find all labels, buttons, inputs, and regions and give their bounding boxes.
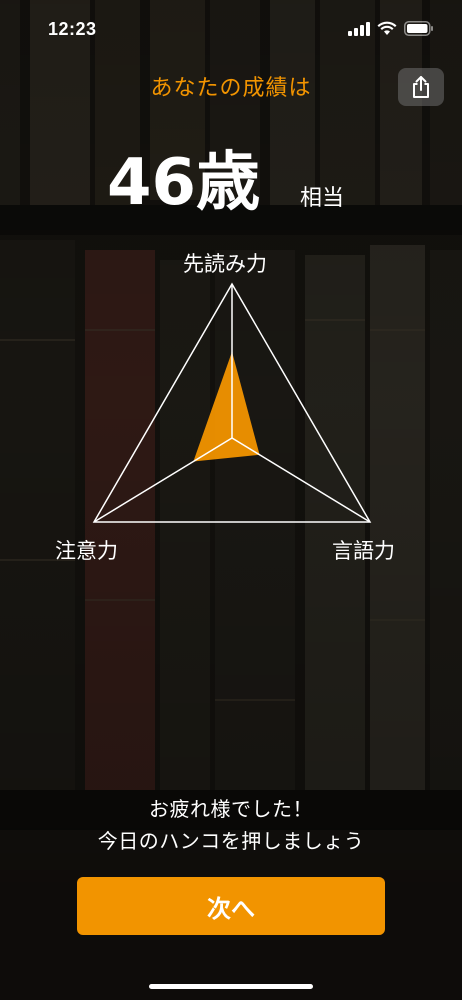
wifi-icon [377, 21, 397, 35]
age-suffix: 相当 [300, 186, 345, 211]
next-button[interactable]: 次へ [77, 877, 385, 935]
completion-message: お疲れ様でした！ 今日のハンコを押しましょう [0, 793, 462, 857]
age-result: 46歳 相当 [0, 138, 462, 228]
result-title: あなたの成績は [150, 76, 312, 101]
radar-chart: 先読み力 言語力 注意力 [0, 240, 462, 580]
status-icons [348, 21, 434, 36]
radar-label-chui: 注意力 [55, 539, 118, 563]
radar-value-area [193, 351, 260, 462]
radar-label-gengo: 言語力 [332, 539, 395, 563]
status-time: 12:23 [48, 19, 97, 39]
radar-svg [92, 282, 372, 523]
battery-icon [404, 21, 433, 36]
home-indicator[interactable] [149, 984, 313, 989]
radar-axis-line [93, 437, 233, 523]
radar-label-yomi: 先読み力 [183, 252, 267, 276]
message-line-1: お疲れ様でした！ [149, 797, 313, 821]
message-line-2: 今日のハンコを押しましょう [97, 829, 365, 853]
status-bar: 12:23 [0, 0, 462, 58]
age-value: 46歳 [107, 146, 261, 220]
cellular-signal-icon [348, 22, 370, 36]
radar-axis-line [231, 437, 371, 523]
